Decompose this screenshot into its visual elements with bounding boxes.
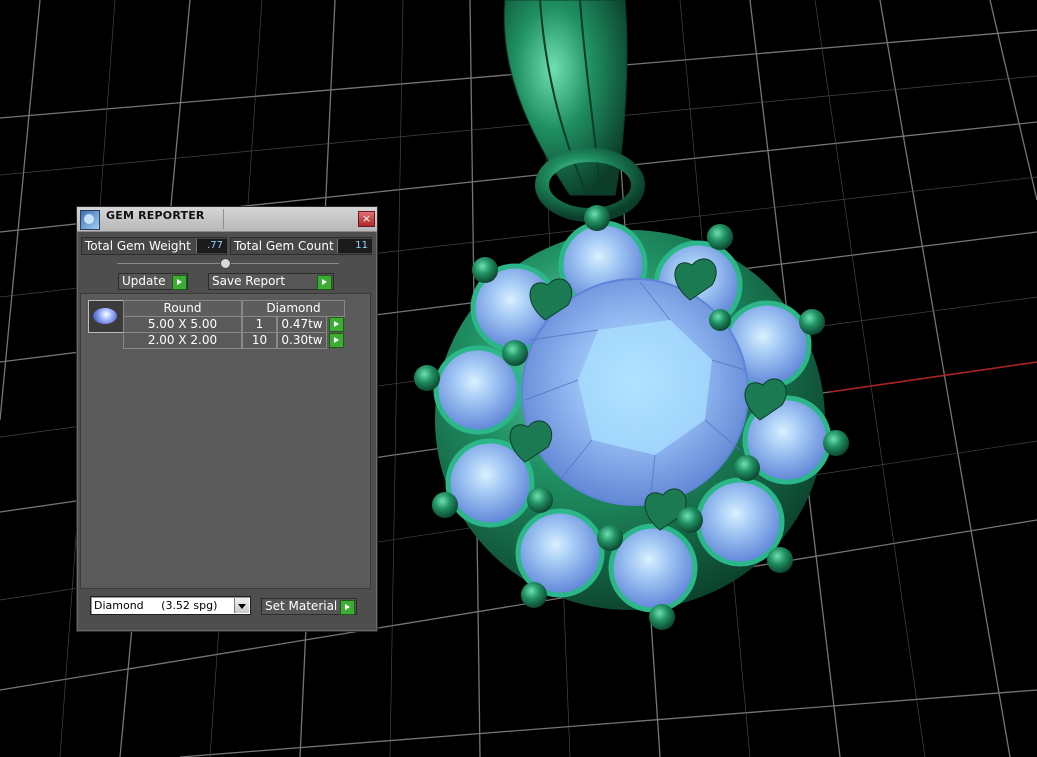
arrow-right-icon [172,275,187,290]
total-gem-count-box: Total Gem Count 11 [230,237,372,255]
arrow-right-icon [317,275,332,290]
splitter-handle[interactable] [220,258,231,269]
total-gem-weight-label: Total Gem Weight [85,239,191,253]
gem-reporter-panel: GEM REPORTER × Total Gem Weight .77 Tota… [76,206,378,632]
row-count: 1 [242,316,277,333]
arrow-right-icon[interactable] [329,317,344,332]
update-label: Update [122,274,166,288]
row-count: 10 [242,332,277,349]
save-report-label: Save Report [212,274,286,288]
row-weight: 0.47tw [277,316,327,333]
close-icon: × [361,212,372,225]
x-axis-line [829,361,1037,393]
set-material-label: Set Material [265,599,338,613]
save-report-button[interactable]: Save Report [208,273,334,290]
title-bar[interactable]: GEM REPORTER × [77,207,377,232]
update-button[interactable]: Update [118,273,188,290]
gem-report-list[interactable]: Round Diamond 5.00 X 5.00 1 0.47tw 2.00 … [80,293,371,589]
close-button[interactable]: × [358,211,375,227]
material-select-value: Diamond (3.52 spg) [94,599,218,612]
total-gem-weight-box: Total Gem Weight .77 [81,237,227,255]
chevron-down-icon[interactable] [234,598,249,613]
total-gem-weight-value: .77 [196,239,227,253]
window-title: GEM REPORTER [106,209,205,222]
material-select[interactable]: Diamond (3.52 spg) [90,596,251,615]
pendant-model[interactable] [414,0,849,630]
title-divider [223,209,224,229]
arrow-right-icon[interactable] [329,333,344,348]
arrow-right-icon [340,600,355,615]
gem-reporter-app-icon [80,210,100,230]
total-gem-count-value: 11 [337,239,372,253]
set-material-button[interactable]: Set Material [261,598,357,615]
shape-header: Round [123,300,242,317]
total-gem-count-label: Total Gem Count [234,239,334,253]
row-size: 2.00 X 2.00 [123,332,242,349]
row-size: 5.00 X 5.00 [123,316,242,333]
material-header: Diamond [242,300,345,317]
row-weight: 0.30tw [277,332,327,349]
gem-thumbnail-icon [88,300,124,333]
